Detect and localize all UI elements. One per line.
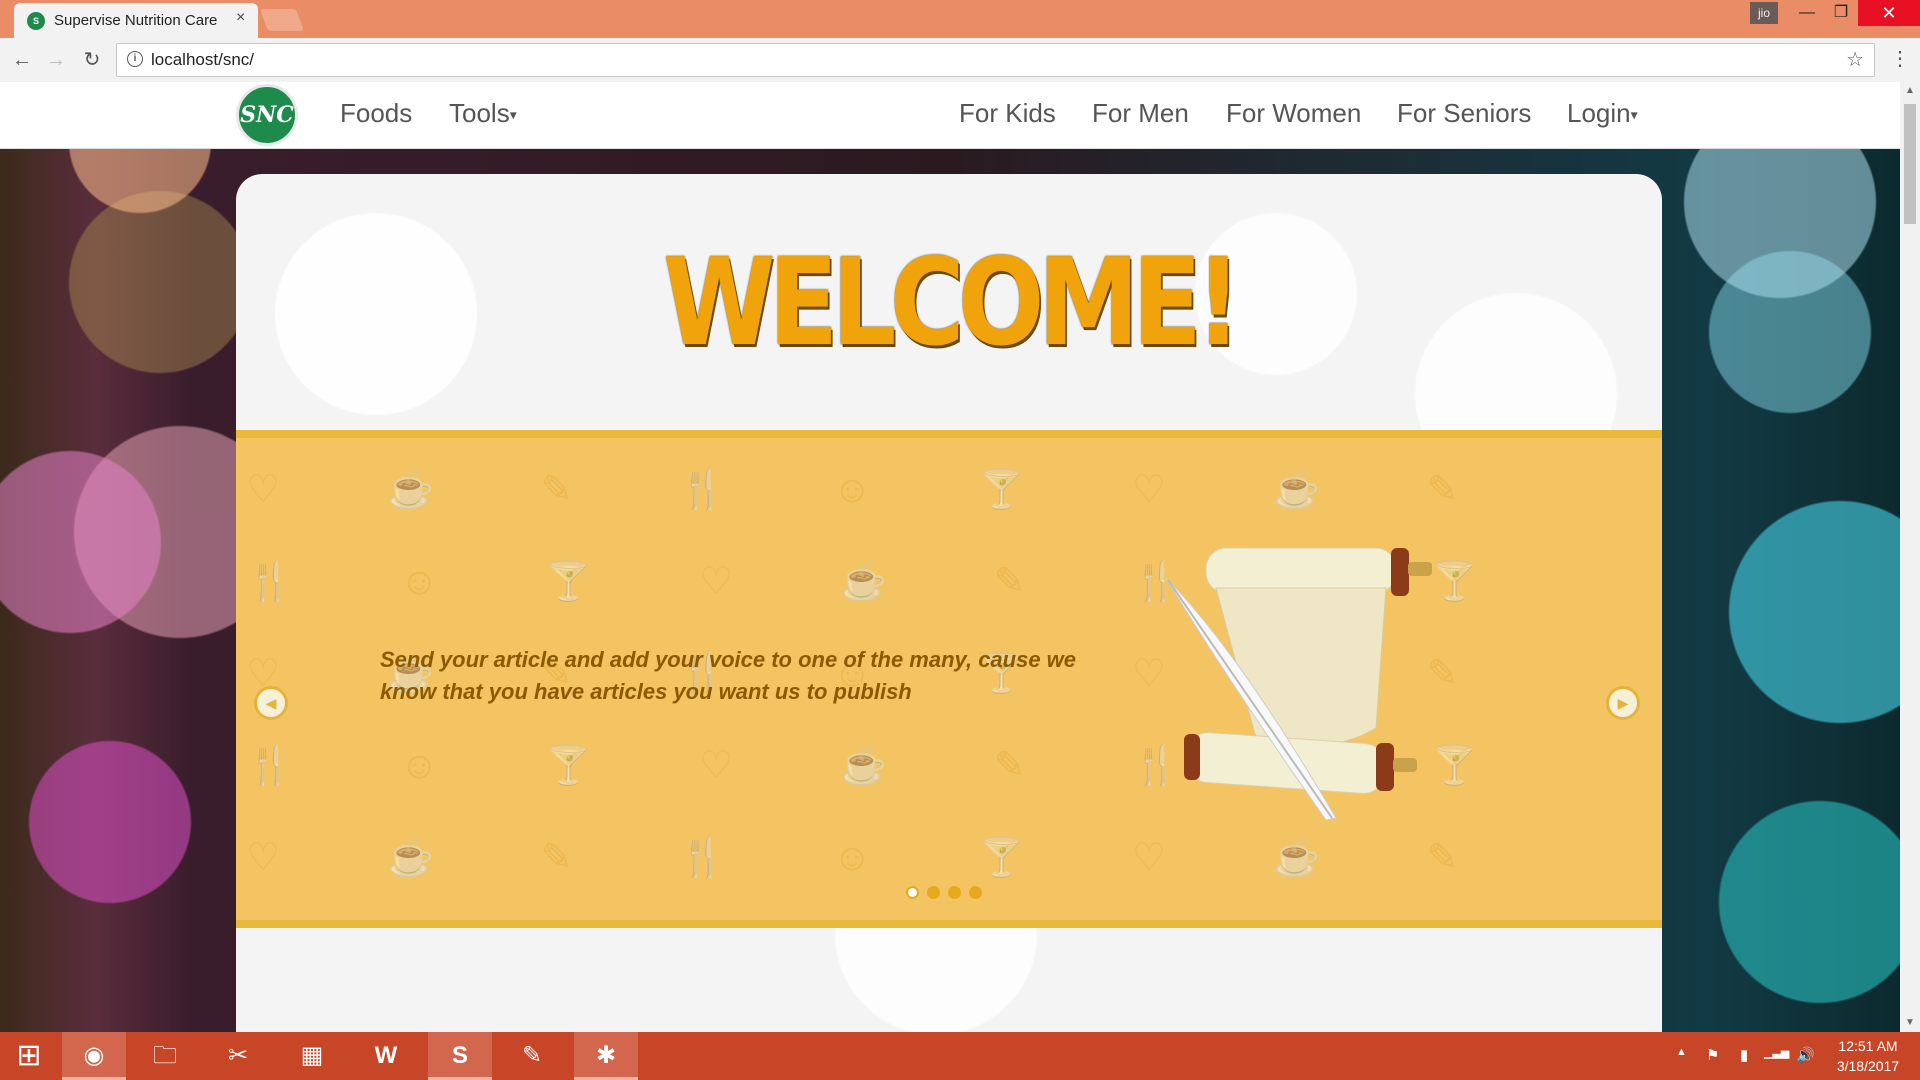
nav-login[interactable]: Login▾ xyxy=(1567,98,1638,129)
tab-title: Supervise Nutrition Care xyxy=(54,12,218,29)
url-text[interactable]: localhost/snc/ xyxy=(151,50,254,70)
word-icon[interactable]: W xyxy=(354,1032,418,1080)
nav-tools[interactable]: Tools▾ xyxy=(449,98,517,129)
welcome-heading: WELCOME! xyxy=(662,234,1242,373)
volume-icon[interactable]: 🔊 xyxy=(1796,1046,1815,1064)
window-close-button[interactable]: ✕ xyxy=(1858,0,1920,26)
forward-icon[interactable]: → xyxy=(42,46,70,74)
carousel-indicator-4[interactable] xyxy=(969,886,982,899)
chrome-icon[interactable]: ◉ xyxy=(62,1032,126,1080)
carousel-indicators xyxy=(906,886,990,904)
battery-icon[interactable]: ▮ xyxy=(1740,1046,1748,1064)
content-panel: WELCOME! ♡ ☕ ✎ 🍴 ☺ 🍸 ♡ ☕ ✎ 🍴 ☺ 🍸 ♡ ☕ ✎ 🍴… xyxy=(236,174,1662,1032)
site-navbar: SNC Foods Tools▾ For Kids For Men For Wo… xyxy=(0,82,1900,149)
browser-titlebar: S Supervise Nutrition Care × jio — ❐ ✕ xyxy=(0,0,1920,38)
chrome-menu-icon[interactable]: ⋮ xyxy=(1890,46,1910,71)
action-center-flag-icon[interactable]: ⚑ xyxy=(1706,1046,1719,1064)
favicon-icon: S xyxy=(27,12,45,30)
clock-time: 12:51 AM xyxy=(1838,1038,1898,1054)
carousel-next-icon[interactable]: ▶ xyxy=(1606,686,1640,720)
caret-down-icon: ▾ xyxy=(509,106,517,123)
windows-taskbar: ⊞ ◉ 🗀 ✂ ▦ W S ✎ ✱ ▲ ⚑ ▮ ▁▃▅ 🔊 12:51 AM 3… xyxy=(0,1032,1920,1080)
parchment-scroll-quill-image xyxy=(1165,547,1432,821)
address-bar[interactable]: i localhost/snc/ ☆ xyxy=(116,43,1875,77)
nav-for-kids[interactable]: For Kids xyxy=(959,98,1056,129)
nav-for-seniors[interactable]: For Seniors xyxy=(1397,98,1531,129)
minimize-button[interactable]: — xyxy=(1790,0,1824,26)
snipping-tool-icon[interactable]: ✂ xyxy=(206,1032,270,1080)
nav-tools-label: Tools xyxy=(449,98,510,128)
bookmark-star-icon[interactable]: ☆ xyxy=(1846,47,1864,72)
network-icon[interactable]: ▁▃▅ xyxy=(1764,1046,1789,1059)
browser-tab[interactable]: S Supervise Nutrition Care × xyxy=(14,3,258,38)
carousel-prev-icon[interactable]: ◀ xyxy=(254,686,288,720)
sublime-text-icon[interactable]: S xyxy=(428,1032,492,1080)
maximize-button[interactable]: ❐ xyxy=(1824,0,1858,26)
page-scrollbar[interactable]: ▲ ▼ xyxy=(1900,82,1920,1032)
tray-overflow-icon[interactable]: ▲ xyxy=(1676,1046,1687,1058)
new-tab-button[interactable] xyxy=(259,9,305,31)
scroll-thumb[interactable] xyxy=(1904,104,1916,224)
info-icon[interactable]: i xyxy=(127,51,143,67)
file-explorer-icon[interactable]: 🗀 xyxy=(133,1032,197,1080)
nav-login-label: Login xyxy=(1567,98,1631,128)
caret-down-icon: ▾ xyxy=(1630,106,1638,123)
carousel-indicator-1[interactable] xyxy=(906,886,919,899)
paint-icon[interactable]: ✎ xyxy=(500,1032,564,1080)
nav-for-women[interactable]: For Women xyxy=(1226,98,1361,129)
back-icon[interactable]: ← xyxy=(8,46,36,74)
user-badge[interactable]: jio xyxy=(1750,2,1778,24)
browser-toolbar: ← → ↻ i localhost/snc/ ☆ ⋮ xyxy=(0,38,1920,83)
scroll-up-icon[interactable]: ▲ xyxy=(1900,82,1920,100)
carousel-indicator-3[interactable] xyxy=(948,886,961,899)
page-viewport: SNC Foods Tools▾ For Kids For Men For Wo… xyxy=(0,82,1900,1032)
xampp-icon[interactable]: ✱ xyxy=(574,1032,638,1080)
site-logo[interactable]: SNC xyxy=(236,84,298,146)
reload-icon[interactable]: ↻ xyxy=(78,46,106,74)
clock-date: 3/18/2017 xyxy=(1836,1058,1900,1074)
nav-for-men[interactable]: For Men xyxy=(1092,98,1189,129)
calculator-icon[interactable]: ▦ xyxy=(280,1032,344,1080)
system-clock[interactable]: 12:51 AM 3/18/2017 xyxy=(1826,1036,1910,1076)
carousel: ♡ ☕ ✎ 🍴 ☺ 🍸 ♡ ☕ ✎ 🍴 ☺ 🍸 ♡ ☕ ✎ 🍴 ☺ 🍸 ♡ ☕ … xyxy=(236,430,1662,928)
start-icon[interactable]: ⊞ xyxy=(0,1032,58,1080)
carousel-indicator-2[interactable] xyxy=(927,886,940,899)
nav-foods[interactable]: Foods xyxy=(340,98,412,129)
scroll-down-icon[interactable]: ▼ xyxy=(1900,1014,1920,1032)
carousel-caption: Send your article and add your voice to … xyxy=(380,647,1077,704)
tab-close-icon[interactable]: × xyxy=(236,9,245,27)
